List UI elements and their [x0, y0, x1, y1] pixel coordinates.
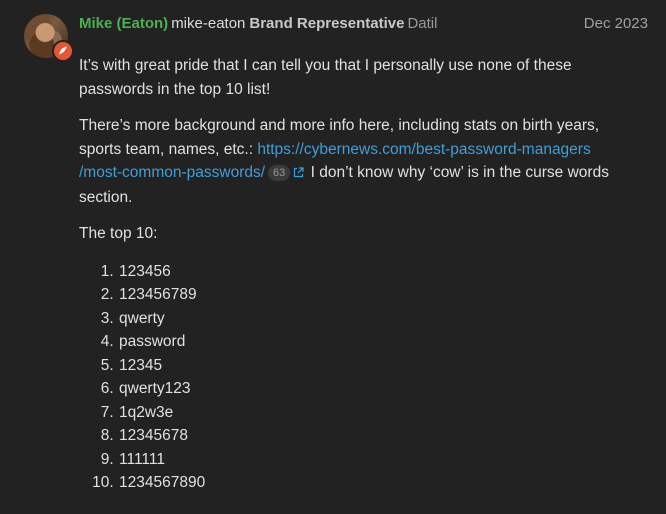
paragraph-background: There’s more background and more info he… — [79, 114, 639, 209]
link-text-line1[interactable]: https://cybernews.com/best-password-mana… — [257, 141, 590, 158]
post-date[interactable]: Dec 2023 — [584, 14, 648, 34]
list-item: qwerty123 — [118, 377, 639, 401]
author-group[interactable]: Datil — [407, 15, 437, 32]
list-item: qwerty — [118, 307, 639, 331]
password-list: 123456 123456789 qwerty password 12345 q… — [79, 260, 639, 495]
list-item: password — [118, 330, 639, 354]
forum-post: Mike (Eaton) mike-eaton Brand Representati… — [0, 0, 666, 514]
list-item: 12345 — [118, 354, 639, 378]
paragraph-top10-heading: The top 10: — [79, 225, 158, 242]
author-full-name[interactable]: Mike (Eaton) — [79, 15, 168, 32]
link-text-line2[interactable]: /most-common-passwords/ — [79, 164, 265, 181]
avatar[interactable] — [24, 14, 74, 62]
list-item: 12345678 — [118, 424, 639, 448]
list-item: 1q2w3e — [118, 401, 639, 425]
author-title: Brand Representative — [249, 15, 405, 32]
link-click-count-badge: 63 — [268, 165, 291, 181]
post-header: Mike (Eaton) mike-eaton Brand Representati… — [79, 14, 648, 34]
post-body: It’s with great pride that I can tell yo… — [79, 54, 639, 495]
list-item: 123456789 — [118, 283, 639, 307]
list-item: 123456 — [118, 260, 639, 284]
external-link-icon — [293, 162, 304, 186]
list-item: 1234567890 — [118, 471, 639, 495]
author-username[interactable]: mike-eaton — [171, 15, 245, 32]
list-item: 111111 — [118, 448, 639, 472]
chili-pepper-icon — [52, 40, 74, 62]
paragraph-intro: It’s with great pride that I can tell yo… — [79, 57, 572, 98]
